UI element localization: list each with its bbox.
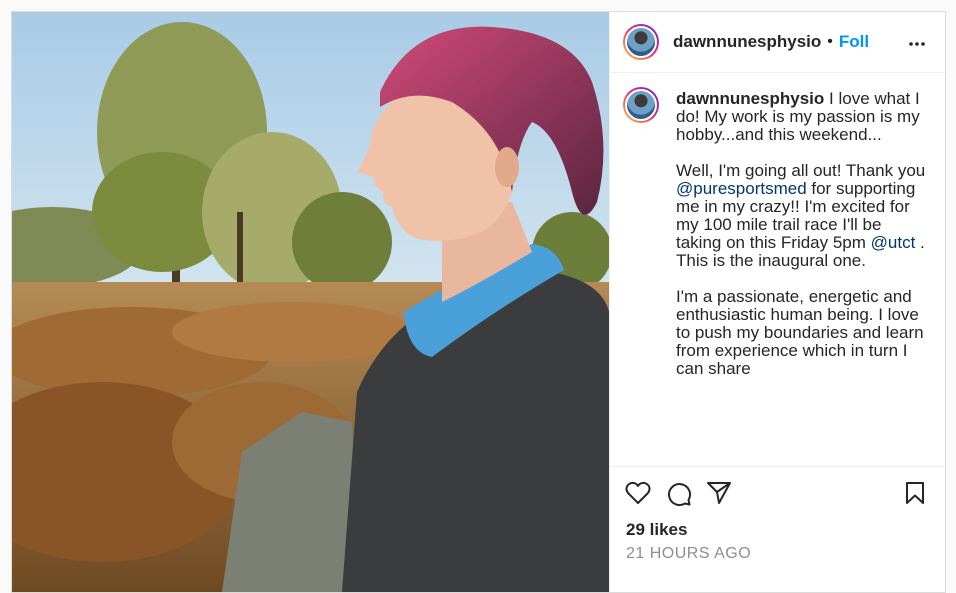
header-separator: • bbox=[827, 33, 833, 50]
heart-icon[interactable] bbox=[625, 481, 651, 510]
post-timestamp[interactable]: 21 HOURS AGO bbox=[626, 545, 751, 563]
action-bar: 29 likes 21 HOURS AGO bbox=[610, 466, 945, 581]
caption-username[interactable]: dawnnunesphysio bbox=[676, 89, 824, 108]
comment-icon[interactable] bbox=[666, 481, 692, 512]
caption-segment: . This is the inaugural one. I'm a passi… bbox=[676, 233, 925, 378]
caption-area: dawnnunesphysio I love what I do! My wor… bbox=[610, 73, 945, 466]
photo-illustration bbox=[12, 12, 609, 592]
post-header: dawnnunesphysio • Foll bbox=[610, 12, 945, 73]
follow-button[interactable]: Foll bbox=[839, 32, 869, 52]
caption-avatar[interactable] bbox=[623, 87, 659, 123]
post-container: dawnnunesphysio • Foll dawnnunesphysio I… bbox=[11, 11, 946, 593]
header-username[interactable]: dawnnunesphysio bbox=[673, 32, 821, 52]
share-icon[interactable] bbox=[706, 481, 732, 510]
mention-link[interactable]: @utct bbox=[871, 233, 916, 252]
caption-text: dawnnunesphysio I love what I do! My wor… bbox=[676, 90, 926, 378]
header-avatar[interactable] bbox=[623, 24, 659, 60]
likes-count[interactable]: 29 likes bbox=[626, 520, 687, 540]
more-options-icon[interactable] bbox=[908, 34, 926, 52]
post-side-panel: dawnnunesphysio • Foll dawnnunesphysio I… bbox=[609, 12, 945, 592]
mention-link[interactable]: @puresportsmed bbox=[676, 179, 807, 198]
post-photo[interactable] bbox=[12, 12, 609, 592]
bookmark-icon[interactable] bbox=[904, 481, 926, 510]
